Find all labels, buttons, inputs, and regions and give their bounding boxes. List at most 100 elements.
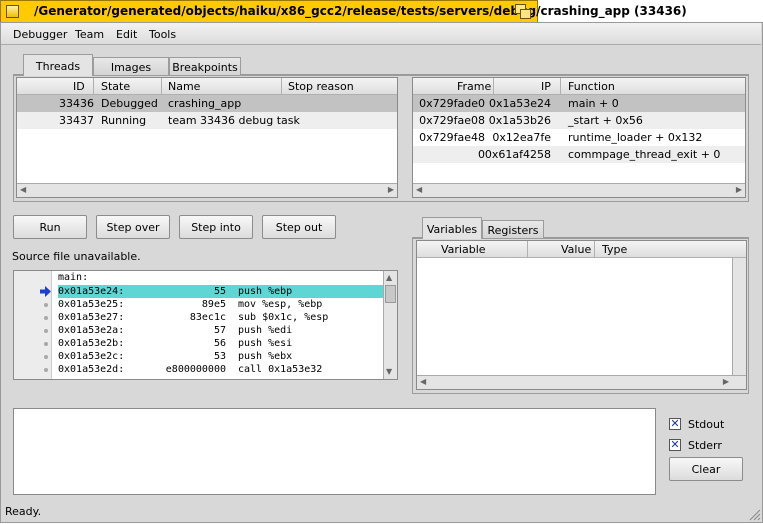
- run-button[interactable]: Run: [13, 215, 87, 239]
- thread-name: team 33436 debug task: [168, 114, 300, 127]
- thread-id: 33437: [59, 114, 94, 127]
- instruction-bytes: 57: [213, 325, 226, 336]
- frame-function: main + 0: [568, 97, 619, 110]
- scroll-right-icon[interactable]: ▶: [736, 185, 742, 195]
- instruction-address: 0x01a53e2b:: [58, 338, 125, 349]
- source-view[interactable]: main: 0x01a53e24: 55 push %ebp 0x01a53e25: 8…: [13, 270, 398, 380]
- step-over-button[interactable]: Step over: [96, 215, 170, 239]
- tab-threads[interactable]: Threads: [23, 54, 93, 76]
- variables-horizontal-scrollbar[interactable]: ◀ ▶: [417, 375, 746, 389]
- zoom-icon[interactable]: [515, 4, 531, 19]
- breakpoint-marker-icon[interactable]: [44, 342, 48, 346]
- stdout-checkbox[interactable]: ✕: [669, 418, 681, 430]
- source-line[interactable]: 0x01a53e2d: e800000000 call 0x1a53e32: [14, 363, 384, 376]
- column-name[interactable]: Name: [168, 80, 200, 93]
- column-type[interactable]: Type: [602, 243, 627, 256]
- stack-frame-row[interactable]: 0 0x61af4258 commpage_thread_exit + 0: [413, 146, 745, 163]
- threads-list-header: ID State Name Stop reason: [17, 78, 397, 95]
- source-line[interactable]: 0x01a53e25: 89e5 mov %esp, %ebp: [14, 298, 384, 311]
- stderr-label: Stderr: [688, 439, 722, 452]
- column-ip[interactable]: IP: [541, 80, 551, 93]
- thread-state: Running: [101, 114, 147, 127]
- thread-state: Debugged: [101, 97, 158, 110]
- instruction-text: call 0x1a53e32: [238, 364, 323, 375]
- source-vertical-scrollbar[interactable]: ▲ ▼: [383, 271, 397, 379]
- tab-variables[interactable]: Variables: [422, 217, 482, 239]
- thread-row[interactable]: 33436 Debugged crashing_app: [17, 95, 397, 112]
- instruction-address: 0x01a53e24:: [58, 286, 125, 297]
- menu-tools[interactable]: Tools: [149, 28, 176, 41]
- column-state[interactable]: State: [101, 80, 130, 93]
- breakpoint-marker-icon[interactable]: [44, 316, 48, 320]
- column-frame[interactable]: Frame: [457, 80, 491, 93]
- source-line[interactable]: 0x01a53e24: 55 push %ebp: [14, 285, 384, 298]
- instruction-bytes: 56: [213, 338, 226, 349]
- scroll-right-icon[interactable]: ▶: [723, 377, 729, 387]
- stack-frame-row[interactable]: 0x729fae48 0x12ea7fe runtime_loader + 0x…: [413, 129, 745, 146]
- window-title-bar[interactable]: /Generator/generated/objects/haiku/x86_g…: [0, 0, 687, 22]
- instruction-text: push %esi: [238, 338, 293, 349]
- frame-ip: 0x1a53b26: [488, 114, 551, 127]
- stack-frame-row[interactable]: 0x729fae08 0x1a53b26 _start + 0x56: [413, 112, 745, 129]
- scroll-thumb[interactable]: [385, 285, 396, 303]
- stack-horizontal-scrollbar[interactable]: ◀ ▶: [413, 183, 745, 197]
- scroll-left-icon[interactable]: ◀: [416, 185, 422, 195]
- resize-handle-icon[interactable]: [748, 508, 761, 521]
- column-stop-reason[interactable]: Stop reason: [288, 80, 354, 93]
- variables-tab-strip: Variables Registers: [412, 217, 749, 239]
- column-variable[interactable]: Variable: [441, 243, 486, 256]
- function-label: main:: [58, 272, 89, 283]
- instruction-bytes: 53: [213, 351, 226, 362]
- source-status-text: Source file unavailable.: [12, 250, 141, 263]
- menu-team[interactable]: Team: [75, 28, 104, 41]
- scroll-left-icon[interactable]: ◀: [20, 185, 26, 195]
- threads-list[interactable]: ID State Name Stop reason 33436 Debugged…: [16, 77, 398, 198]
- frame-ip: 0x12ea7fe: [492, 131, 551, 144]
- column-value[interactable]: Value: [561, 243, 591, 256]
- instruction-text: push %edi: [238, 325, 293, 336]
- variables-list[interactable]: Variable Value Type ◀ ▶: [416, 240, 747, 390]
- column-id[interactable]: ID: [73, 80, 85, 93]
- instruction-bytes: 89e5: [201, 299, 226, 310]
- breakpoint-marker-icon[interactable]: [44, 329, 48, 333]
- frame-ip: 0x1a53e24: [488, 97, 551, 110]
- console-output[interactable]: [13, 408, 656, 495]
- threads-tab-strip: Threads Images Breakpoints: [13, 54, 749, 76]
- tab-registers[interactable]: Registers: [482, 220, 544, 238]
- menu-debugger[interactable]: Debugger: [13, 28, 67, 41]
- thread-id: 33436: [59, 97, 94, 110]
- tab-breakpoints[interactable]: Breakpoints: [169, 57, 241, 75]
- scroll-right-icon[interactable]: ▶: [388, 185, 394, 195]
- thread-row[interactable]: 33437 Running team 33436 debug task: [17, 112, 397, 129]
- scroll-down-icon[interactable]: ▼: [386, 367, 392, 377]
- variables-vertical-scrollbar[interactable]: [732, 258, 746, 375]
- column-function[interactable]: Function: [568, 80, 615, 93]
- instruction-text: mov %esp, %ebp: [238, 299, 323, 310]
- menu-edit[interactable]: Edit: [116, 28, 137, 41]
- close-icon[interactable]: [6, 5, 19, 18]
- tab-images[interactable]: Images: [93, 57, 169, 75]
- breakpoint-marker-icon[interactable]: [44, 368, 48, 372]
- stack-trace-list[interactable]: Frame IP Function 0x729fade0 0x1a53e24 m…: [412, 77, 746, 198]
- frame-address: 0x729fae08: [419, 114, 485, 127]
- menu-bar: Debugger Team Edit Tools: [1, 23, 761, 45]
- instruction-bytes: 55: [213, 286, 226, 297]
- step-into-button[interactable]: Step into: [179, 215, 253, 239]
- source-line[interactable]: 0x01a53e2b: 56 push %esi: [14, 337, 384, 350]
- breakpoint-marker-icon[interactable]: [44, 303, 48, 307]
- breakpoint-marker-icon[interactable]: [44, 355, 48, 359]
- instruction-address: 0x01a53e2a:: [58, 325, 125, 336]
- scroll-up-icon[interactable]: ▲: [386, 273, 392, 283]
- threads-horizontal-scrollbar[interactable]: ◀ ▶: [17, 183, 397, 197]
- thread-name: crashing_app: [168, 97, 242, 110]
- step-out-button[interactable]: Step out: [262, 215, 336, 239]
- source-line[interactable]: 0x01a53e27: 83ec1c sub $0x1c, %esp: [14, 311, 384, 324]
- instruction-address: 0x01a53e2c:: [58, 351, 125, 362]
- stderr-checkbox[interactable]: ✕: [669, 439, 681, 451]
- instruction-address: 0x01a53e27:: [58, 312, 125, 323]
- scroll-left-icon[interactable]: ◀: [420, 377, 426, 387]
- clear-button[interactable]: Clear: [669, 457, 743, 481]
- stack-frame-row[interactable]: 0x729fade0 0x1a53e24 main + 0: [413, 95, 745, 112]
- source-line[interactable]: 0x01a53e2c: 53 push %ebx: [14, 350, 384, 363]
- source-line[interactable]: 0x01a53e2a: 57 push %edi: [14, 324, 384, 337]
